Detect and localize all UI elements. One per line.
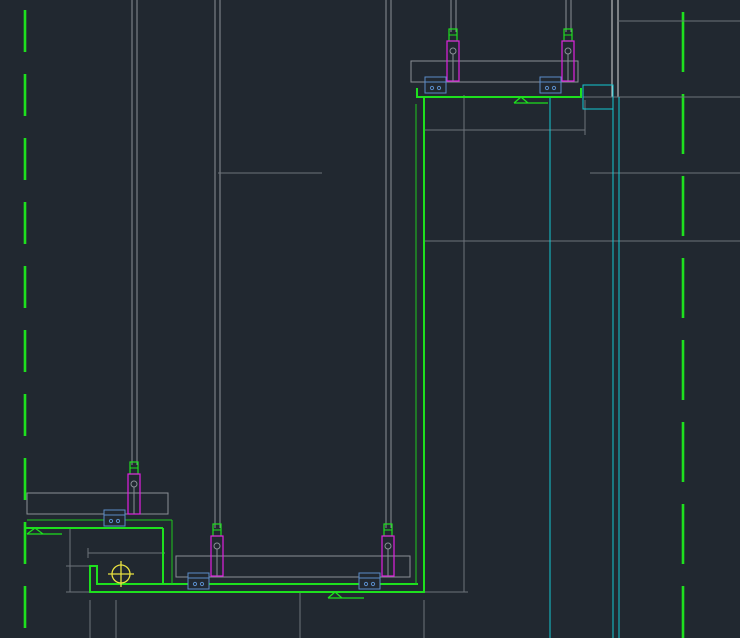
panel-clip: [539, 76, 562, 94]
hanger-rods: [131, 0, 572, 528]
panel-lower-left: [26, 492, 169, 515]
hanger-bracket: [127, 461, 141, 515]
hanger-bracket: [446, 28, 460, 82]
glazing-frame: [549, 84, 620, 638]
ceiling-panels: [26, 60, 579, 578]
panel-clip: [358, 572, 381, 590]
panel-clip: [103, 509, 126, 527]
panel-clips: [103, 76, 562, 590]
reference-lines-top-right: [611, 0, 619, 97]
ceiling-section-drawing[interactable]: [0, 0, 740, 638]
hanger-bracket: [381, 523, 395, 577]
panel-clip: [424, 76, 447, 94]
hanger-assemblies: [127, 28, 575, 577]
extension-lines: [66, 20, 740, 638]
hanger-bracket: [210, 523, 224, 577]
hanger-bracket: [561, 28, 575, 82]
panel-clip: [187, 572, 210, 590]
cad-drawing-viewport[interactable]: [0, 0, 740, 638]
